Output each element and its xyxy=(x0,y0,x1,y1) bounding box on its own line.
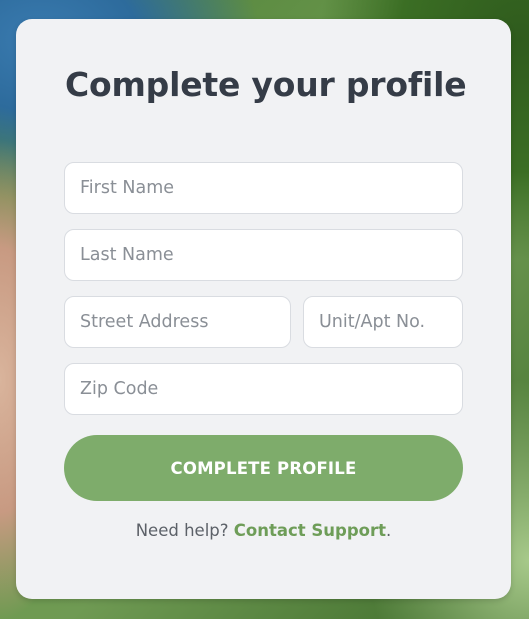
last-name-field[interactable] xyxy=(64,229,463,281)
page-title: Complete your profile xyxy=(65,65,467,104)
complete-profile-button[interactable]: COMPLETE PROFILE xyxy=(64,435,463,501)
profile-card: Complete your profile COMPLETE PROFILE N… xyxy=(16,19,511,599)
unit-apt-field[interactable] xyxy=(303,296,463,348)
street-address-field[interactable] xyxy=(64,296,291,348)
contact-support-link[interactable]: Contact Support xyxy=(234,521,386,540)
help-text: Need help? Contact Support. xyxy=(16,521,511,540)
zip-code-field[interactable] xyxy=(64,363,463,415)
help-suffix: . xyxy=(386,521,392,540)
help-prefix: Need help? xyxy=(135,521,229,540)
first-name-field[interactable] xyxy=(64,162,463,214)
